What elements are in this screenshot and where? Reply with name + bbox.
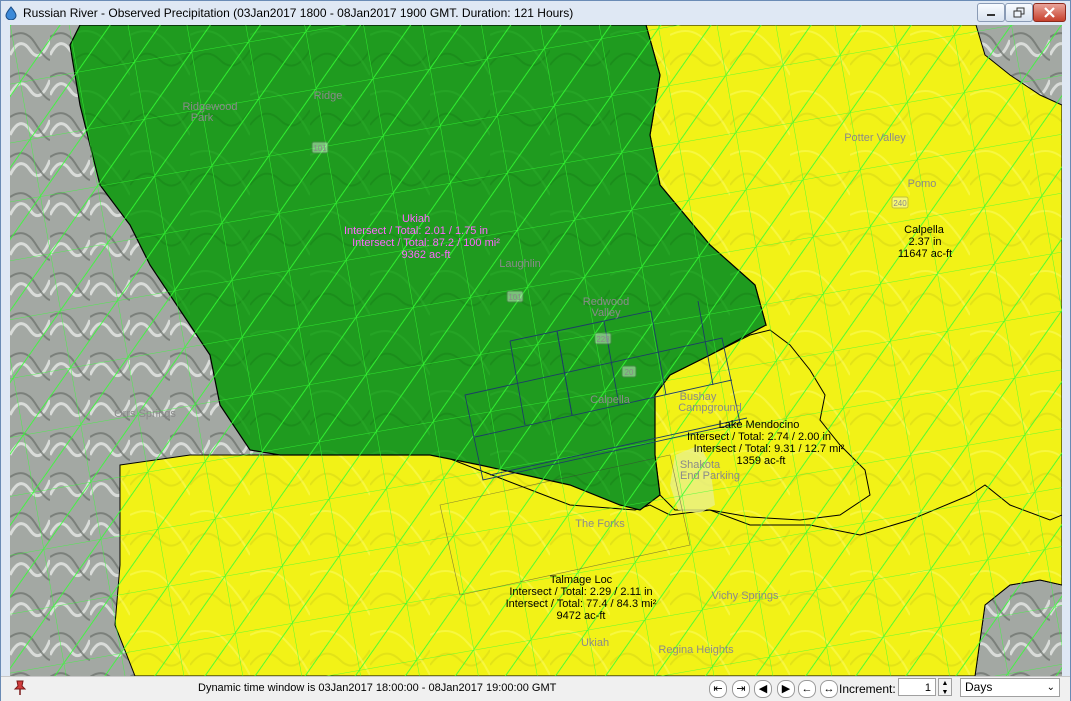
- chevron-down-icon: ⌄: [1046, 682, 1055, 693]
- place-vichy-springs: Vichy Springs: [711, 590, 779, 602]
- first-step-button[interactable]: ⇤: [709, 680, 727, 698]
- svg-text:Intersect / Total: 9.31 / 12.7: Intersect / Total: 9.31 / 12.7 mi²: [694, 443, 845, 455]
- svg-text:1359 ac-ft: 1359 ac-ft: [737, 455, 786, 467]
- spin-up-icon[interactable]: ▲: [939, 679, 951, 688]
- next-step-button[interactable]: ▶: [777, 680, 795, 698]
- svg-text:Intersect / Total: 87.2 / 100: Intersect / Total: 87.2 / 100 mi²: [352, 237, 500, 249]
- svg-text:9362 ac-ft: 9362 ac-ft: [402, 249, 451, 261]
- svg-text:Intersect / Total: 77.4 / 84.3: Intersect / Total: 77.4 / 84.3 mi²: [506, 598, 657, 610]
- place-campground: Campground: [678, 402, 742, 414]
- expand-button[interactable]: ↔: [820, 680, 838, 698]
- pin-icon[interactable]: [13, 680, 27, 696]
- arrow-left-icon: ←: [801, 683, 813, 695]
- place-orrs-springs: Orrs Springs: [114, 408, 176, 420]
- skip-forward-icon: ⇥: [736, 683, 746, 695]
- svg-text:240: 240: [893, 199, 907, 208]
- place-regina-heights: Regina Heights: [658, 644, 734, 656]
- svg-text:9472 ac-ft: 9472 ac-ft: [557, 610, 606, 622]
- map-canvas[interactable]: Ridgewood Park Ridge Potter Valley Pomo …: [10, 25, 1062, 676]
- increment-label: Increment:: [839, 682, 896, 696]
- route-240-shield: 240: [891, 196, 909, 209]
- increment-unit-value: Days: [965, 680, 993, 694]
- precipitation-map[interactable]: Ridgewood Park Ridge Potter Valley Pomo …: [10, 25, 1062, 676]
- svg-text:Calpella: Calpella: [904, 224, 945, 236]
- restore-button[interactable]: [1005, 3, 1033, 22]
- svg-text:2.37 in: 2.37 in: [908, 236, 941, 248]
- place-pomo: Pomo: [908, 178, 937, 190]
- place-the-forks: The Forks: [575, 518, 625, 530]
- skip-back-icon: ⇤: [713, 683, 723, 695]
- highway-101-shield: 101: [311, 141, 329, 154]
- last-step-button[interactable]: ⇥: [732, 680, 750, 698]
- minimize-icon: [987, 14, 995, 16]
- close-icon: [1044, 7, 1055, 18]
- place-end-parking: End Parking: [680, 470, 740, 482]
- prev-step-button[interactable]: ◀: [754, 680, 772, 698]
- increment-unit-select[interactable]: Days ⌄: [960, 678, 1060, 697]
- place-park: Park: [191, 112, 214, 124]
- svg-text:101: 101: [508, 293, 522, 302]
- droplet-icon: [5, 6, 17, 20]
- svg-text:Ukiah: Ukiah: [402, 213, 430, 225]
- svg-text:Intersect / Total: 2.01 / 1.75: Intersect / Total: 2.01 / 1.75 in: [344, 225, 488, 237]
- spin-down-icon[interactable]: ▼: [939, 688, 951, 697]
- increment-input[interactable]: 1: [898, 678, 936, 696]
- place-valley: Valley: [591, 307, 621, 319]
- title-bar: Russian River - Observed Precipitation (…: [1, 1, 1070, 25]
- highway-101-shield-2: 101: [506, 290, 524, 303]
- place-ukiah: Ukiah: [581, 637, 609, 649]
- next-icon: ▶: [781, 683, 791, 695]
- svg-text:Talmage Loc: Talmage Loc: [550, 574, 613, 586]
- svg-text:228: 228: [596, 335, 610, 344]
- svg-text:Intersect / Total: 2.74 / 2.00: Intersect / Total: 2.74 / 2.00 in: [687, 431, 831, 443]
- time-window-status: Dynamic time window is 03Jan2017 18:00:0…: [198, 682, 557, 694]
- status-bar: Dynamic time window is 03Jan2017 18:00:0…: [1, 676, 1070, 701]
- svg-text:11647 ac-ft: 11647 ac-ft: [898, 248, 952, 260]
- close-button[interactable]: [1033, 3, 1066, 22]
- svg-text:101: 101: [313, 144, 327, 153]
- arrows-horizontal-icon: ↔: [823, 683, 835, 695]
- svg-text:Intersect / Total: 2.29 / 2.11: Intersect / Total: 2.29 / 2.11 in: [509, 586, 652, 598]
- place-ridge: Ridge: [314, 90, 343, 102]
- svg-text:20: 20: [625, 368, 634, 377]
- minimize-button[interactable]: [977, 3, 1005, 22]
- prev-icon: ◀: [758, 683, 768, 695]
- window-title: Russian River - Observed Precipitation (…: [23, 6, 574, 20]
- place-potter-valley: Potter Valley: [844, 132, 906, 144]
- route-20-shield: 20: [621, 365, 637, 378]
- shift-back-button[interactable]: ←: [798, 680, 816, 698]
- svg-text:Lake Mendocino: Lake Mendocino: [719, 419, 800, 431]
- restore-icon: [1013, 7, 1025, 18]
- app-window: Russian River - Observed Precipitation (…: [0, 0, 1071, 701]
- increment-spinner[interactable]: ▲ ▼: [938, 678, 952, 696]
- route-228-shield: 228: [594, 332, 612, 345]
- place-calpella: Calpella: [590, 394, 631, 406]
- place-laughlin: Laughlin: [499, 258, 541, 270]
